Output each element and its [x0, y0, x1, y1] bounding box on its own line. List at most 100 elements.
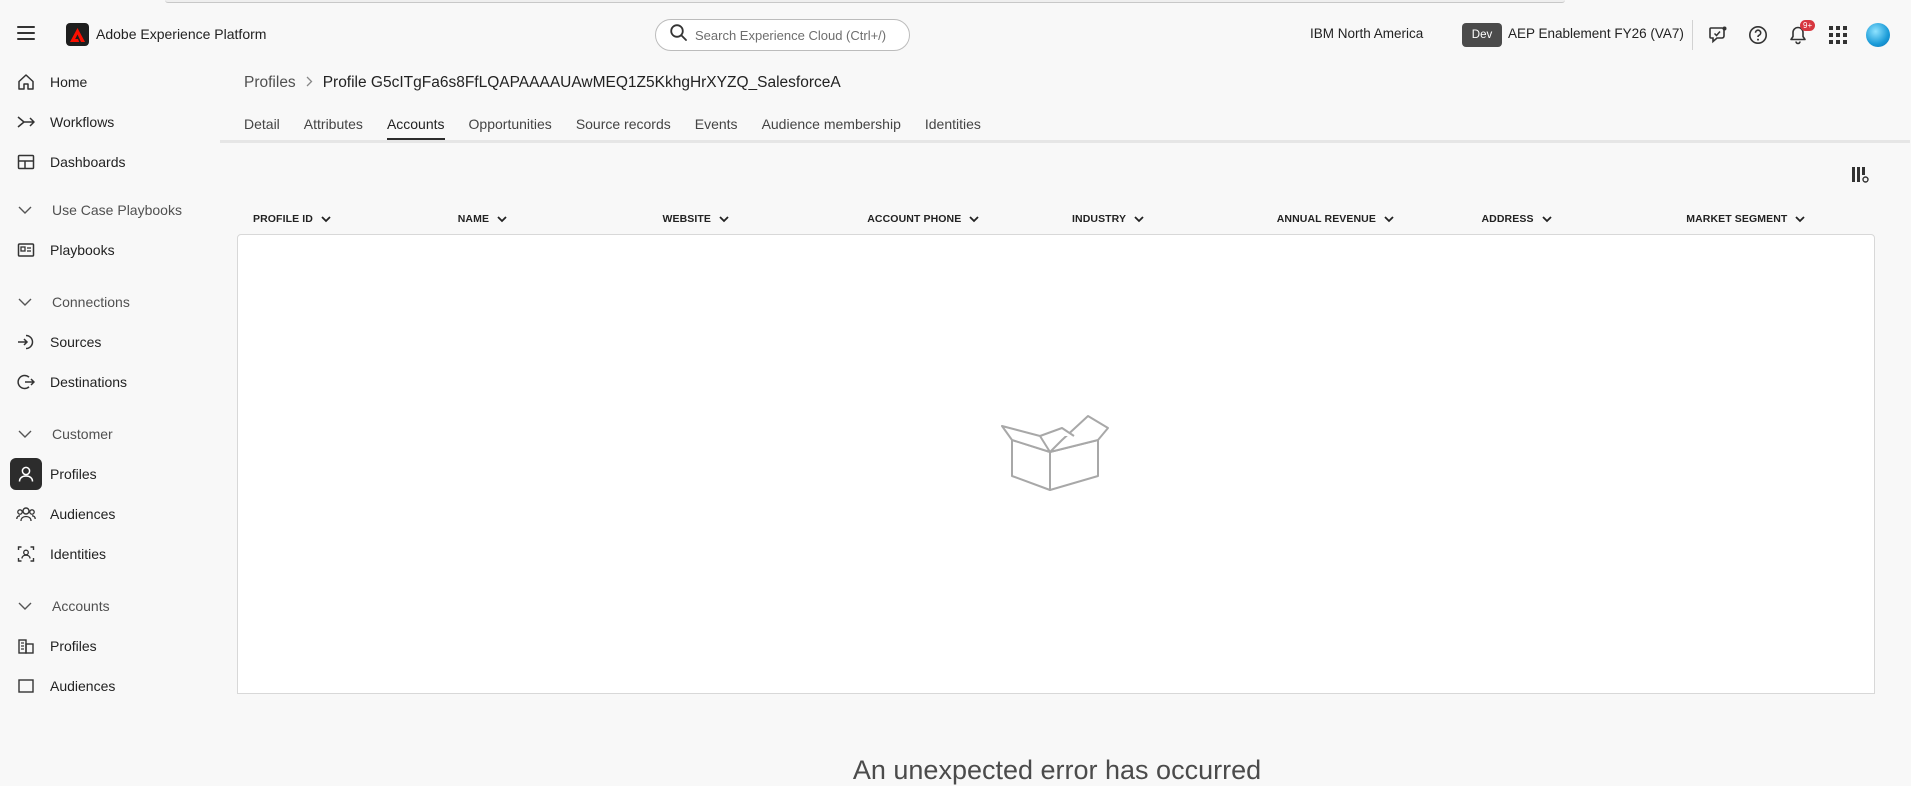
sandbox-switcher[interactable]: AEP Enablement FY26 (VA7)	[1508, 26, 1684, 41]
sidebar-item-identities[interactable]: Identities	[10, 538, 210, 570]
search-input[interactable]	[695, 27, 895, 43]
chevron-right-icon	[306, 76, 313, 90]
sidebar-item-label: Playbooks	[50, 242, 115, 258]
sidebar-section-label: Connections	[52, 294, 130, 310]
header-divider	[1692, 20, 1693, 50]
tab-accounts[interactable]: Accounts	[386, 110, 445, 142]
browser-address-strip	[165, 0, 1565, 3]
column-settings-icon[interactable]	[1848, 163, 1872, 187]
sidebar-item-account-audiences[interactable]: Audiences	[10, 670, 210, 702]
sidebar-item-profiles[interactable]: Profiles	[10, 458, 210, 490]
sidebar-item-label: Profiles	[50, 638, 97, 654]
sidebar-item-label: Workflows	[50, 114, 115, 130]
sidebar-section-customer[interactable]: Customer	[18, 426, 113, 442]
tab-detail[interactable]: Detail	[244, 110, 280, 142]
environment-badge[interactable]: Dev	[1462, 23, 1502, 47]
sidebar-item-dashboards[interactable]: Dashboards	[10, 146, 210, 178]
chevron-down-icon	[719, 215, 729, 222]
sidebar-section-connections[interactable]: Connections	[18, 294, 130, 310]
sidebar-item-account-profiles[interactable]: Profiles	[10, 630, 210, 662]
tab-bar: Detail Attributes Accounts Opportunities…	[244, 110, 1005, 142]
column-header-account-phone[interactable]: ACCOUNT PHONE	[851, 204, 1056, 234]
home-icon	[10, 66, 42, 98]
tab-audience-membership[interactable]: Audience membership	[762, 110, 901, 142]
chevron-down-icon	[1134, 215, 1144, 222]
sources-icon	[10, 326, 42, 358]
account-profiles-icon	[10, 630, 42, 662]
top-bar: Adobe Experience Platform IBM North Amer…	[0, 0, 1911, 70]
sidebar-item-playbooks[interactable]: Playbooks	[10, 234, 210, 266]
sidebar: Home Workflows Dashboards Use Case Playb…	[0, 60, 220, 694]
column-header-annual-revenue[interactable]: ANNUAL REVENUE	[1261, 204, 1466, 234]
column-header-profile-id[interactable]: PROFILE ID	[237, 204, 442, 234]
dashboard-icon	[10, 146, 42, 178]
profile-icon	[10, 458, 42, 490]
breadcrumb-parent[interactable]: Profiles	[244, 74, 296, 92]
sidebar-item-destinations[interactable]: Destinations	[10, 366, 210, 398]
avatar[interactable]	[1866, 23, 1890, 47]
sidebar-item-sources[interactable]: Sources	[10, 326, 210, 358]
search-box[interactable]	[655, 19, 910, 51]
destinations-icon	[10, 366, 42, 398]
chevron-down-icon	[1795, 215, 1806, 222]
sidebar-item-label: Dashboards	[50, 154, 126, 170]
adobe-logo[interactable]	[66, 23, 89, 46]
chevron-down-icon	[321, 215, 331, 222]
sidebar-item-audiences[interactable]: Audiences	[10, 498, 210, 530]
sidebar-section-label: Use Case Playbooks	[52, 202, 182, 218]
column-header-market-segment[interactable]: MARKET SEGMENT	[1670, 204, 1875, 234]
identities-icon	[10, 538, 42, 570]
chevron-down-icon	[969, 215, 979, 222]
sidebar-section-accounts[interactable]: Accounts	[18, 598, 110, 614]
sidebar-item-label: Profiles	[50, 466, 97, 482]
sidebar-section-label: Accounts	[52, 598, 110, 614]
column-header-label: PROFILE ID	[253, 213, 313, 225]
column-header-label: ADDRESS	[1481, 213, 1534, 225]
notification-badge: 9+	[1800, 20, 1816, 31]
account-audiences-icon	[10, 670, 42, 702]
tab-identities[interactable]: Identities	[925, 110, 981, 142]
column-header-label: MARKET SEGMENT	[1686, 213, 1788, 225]
sidebar-item-label: Sources	[50, 334, 102, 350]
menu-icon[interactable]	[17, 26, 35, 40]
column-header-address[interactable]: ADDRESS	[1466, 204, 1671, 234]
sidebar-item-home[interactable]: Home	[10, 66, 210, 98]
app-title[interactable]: Adobe Experience Platform	[96, 26, 266, 42]
help-icon[interactable]	[1747, 24, 1769, 46]
breadcrumb: Profiles Profile G5cITgFa6s8FfLQAPAAAAUA…	[244, 74, 841, 92]
sidebar-item-label: Destinations	[50, 374, 128, 390]
search-icon	[670, 24, 687, 46]
chevron-down-icon	[1541, 215, 1552, 222]
apps-grid-icon[interactable]	[1827, 24, 1849, 46]
page-title: Profile G5cITgFa6s8FfLQAPAAAAUAwMEQ1Z5Kk…	[322, 74, 841, 91]
column-header-website[interactable]: WEBSITE	[647, 204, 852, 234]
chevron-down-icon	[497, 215, 507, 222]
sidebar-section-use-case-playbooks[interactable]: Use Case Playbooks	[18, 202, 182, 218]
tabs-divider	[220, 140, 1910, 143]
sidebar-item-label: Identities	[50, 546, 107, 562]
sidebar-section-label: Customer	[52, 426, 113, 442]
tab-opportunities[interactable]: Opportunities	[469, 110, 552, 142]
chevron-down-icon	[18, 602, 34, 610]
tab-events[interactable]: Events	[695, 110, 738, 142]
playbook-icon	[10, 234, 42, 266]
column-header-name[interactable]: NAME	[442, 204, 647, 234]
chevron-down-icon	[1384, 215, 1394, 222]
sidebar-item-workflows[interactable]: Workflows	[10, 106, 210, 138]
chevron-down-icon	[18, 298, 34, 306]
chevron-down-icon	[18, 206, 34, 214]
tab-source-records[interactable]: Source records	[576, 110, 671, 142]
org-switcher[interactable]: IBM North America	[1310, 26, 1423, 41]
column-header-label: NAME	[457, 213, 490, 225]
sidebar-item-label: Audiences	[50, 678, 116, 694]
workflow-icon	[10, 106, 42, 138]
tab-attributes[interactable]: Attributes	[304, 110, 363, 142]
error-message: An unexpected error has occurred	[852, 755, 1262, 785]
sidebar-item-label: Audiences	[50, 506, 116, 522]
column-header-label: WEBSITE	[662, 213, 712, 225]
column-header-label: ACCOUNT PHONE	[867, 213, 962, 225]
column-header-industry[interactable]: INDUSTRY	[1056, 204, 1261, 234]
chevron-down-icon	[18, 430, 34, 438]
column-header-label: INDUSTRY	[1072, 213, 1127, 225]
feedback-icon[interactable]	[1707, 24, 1729, 46]
